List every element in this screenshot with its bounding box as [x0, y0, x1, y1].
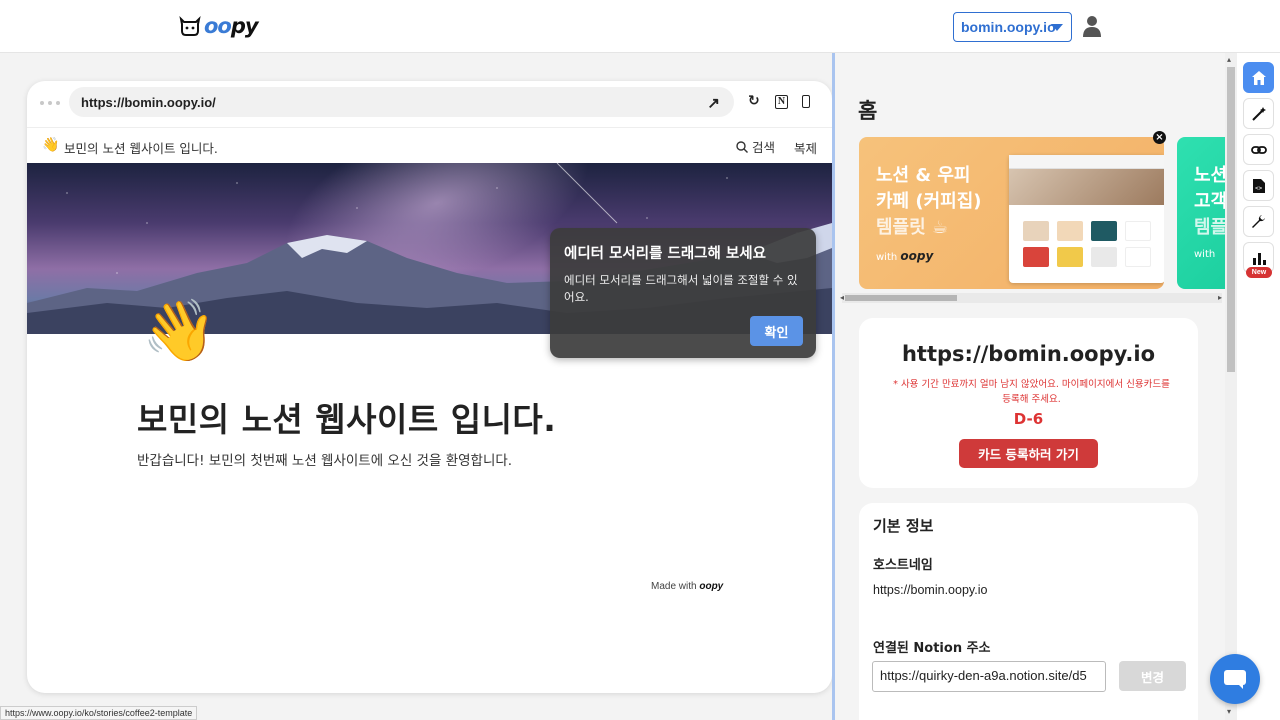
domain-select[interactable]: bomin.oopy.io	[953, 12, 1072, 42]
close-icon[interactable]: ×	[1153, 131, 1166, 144]
page-title: 보민의 노션 웹사이트 입니다.	[137, 400, 557, 439]
scroll-left-icon[interactable]: ◂	[840, 293, 844, 302]
notion-url-label: 연결된 Notion 주소	[873, 641, 991, 656]
tool-rail: <> New	[1237, 53, 1280, 720]
onboarding-tooltip: 에디터 모서리를 드래그해 보세요 에디터 모서리를 드래그해서 넓이를 조절할…	[550, 228, 816, 358]
search-label: 검색	[751, 140, 775, 155]
nav-page-title[interactable]: 보민의 노션 웹사이트 입니다.	[64, 138, 218, 157]
home-icon[interactable]	[1243, 62, 1274, 93]
url-text: https://bomin.oopy.io/	[81, 95, 216, 110]
template-banner[interactable]: 노션 & 우피 카페 (커피집) 템플릿 ☕ with oopy	[859, 137, 1164, 289]
scroll-thumb[interactable]	[845, 295, 957, 301]
expiry-warning: * 사용 기간 만료까지 얼마 남지 않았어요. 마이페이지에서 신용카드를 등…	[893, 379, 1170, 405]
link-icon[interactable]	[1243, 134, 1274, 165]
change-button[interactable]: 변경	[1119, 661, 1186, 691]
site-domain: https://bomin.oopy.io	[901, 342, 1155, 366]
cow-icon	[179, 15, 201, 36]
new-badge: New	[1246, 267, 1272, 278]
status-bar-url: https://www.oopy.io/ko/stories/coffee2-t…	[0, 706, 198, 720]
tooltip-confirm-button[interactable]: 확인	[750, 316, 803, 346]
refresh-icon[interactable]: ↻	[748, 93, 760, 109]
code-file-icon[interactable]: <>	[1243, 170, 1274, 201]
basic-info-card: 기본 정보 호스트네임 https://bomin.oopy.io 연결된 No…	[859, 503, 1198, 720]
notion-url-input[interactable]: https://quirky-den-a9a.notion.site/d5	[872, 661, 1106, 692]
horizontal-scrollbar[interactable]: ◂ ▸	[840, 293, 1222, 303]
notion-icon[interactable]: N	[775, 95, 788, 109]
scroll-thumb[interactable]	[1227, 67, 1235, 372]
banner-line1: 노션	[1194, 165, 1225, 186]
banner-line3: 템플릿 ☕	[876, 217, 949, 238]
hostname-value: https://bomin.oopy.io	[873, 583, 988, 597]
window-dots	[40, 101, 60, 105]
search-icon	[736, 141, 748, 153]
banner-line1: 노션 & 우피	[876, 165, 971, 186]
scroll-right-icon[interactable]: ▸	[1218, 293, 1222, 302]
nav-emoji: 👋	[42, 137, 60, 153]
panel-title: 홈	[858, 99, 878, 123]
logo-text: oopy	[204, 14, 259, 38]
template-preview-image	[1009, 155, 1164, 283]
banner-with: with oopy	[876, 249, 934, 263]
domain-select-value: bomin.oopy.io	[961, 19, 1056, 35]
chat-button[interactable]	[1210, 654, 1260, 704]
wrench-icon[interactable]	[1243, 206, 1274, 237]
magic-wand-icon[interactable]	[1243, 98, 1274, 129]
page-icon-emoji: 👋	[142, 296, 217, 366]
banner-line3: 템플	[1194, 217, 1225, 238]
top-bar: oopy bomin.oopy.io	[0, 0, 1280, 53]
banner-line2: 고객	[1194, 191, 1225, 212]
settings-panel: 홈 노션 & 우피 카페 (커피집) 템플릿 ☕ with oopy 노션 고객…	[835, 53, 1225, 720]
template-banner[interactable]: 노션 고객 템플 with	[1177, 137, 1225, 289]
scroll-up-icon[interactable]: ▴	[1227, 55, 1231, 64]
site-status-card: https://bomin.oopy.io * 사용 기간 만료까지 얼마 남지…	[859, 318, 1198, 488]
chevron-down-icon	[1051, 24, 1063, 31]
made-with-oopy[interactable]: Made with oopy	[651, 581, 723, 592]
page-description: 반갑습니다! 보민의 첫번째 노션 웹사이트에 오신 것을 환영합니다.	[137, 453, 513, 469]
basic-info-title: 기본 정보	[873, 517, 934, 535]
tooltip-body: 에디터 모서리를 드래그해서 넓이를 조절할 수 있어요.	[564, 273, 798, 304]
tooltip-title: 에디터 모서리를 드래그해 보세요	[564, 246, 766, 262]
duplicate-button[interactable]: 복제	[794, 138, 817, 157]
scroll-down-icon[interactable]: ▾	[1227, 707, 1231, 716]
url-bar[interactable]: https://bomin.oopy.io/ ↗	[69, 87, 734, 117]
svg-text:<>: <>	[1255, 185, 1263, 192]
page-nav: 👋 보민의 노션 웹사이트 입니다. 검색 복제	[27, 127, 832, 163]
mobile-view-icon[interactable]	[802, 95, 810, 108]
browser-preview: https://bomin.oopy.io/ ↗ ↻ N 👋 보민의 노션 웹사…	[27, 81, 832, 693]
user-icon[interactable]	[1082, 15, 1102, 37]
vertical-scrollbar[interactable]: ▴ ▾	[1225, 53, 1237, 720]
banner-line2: 카페 (커피집)	[876, 191, 982, 212]
oopy-logo[interactable]: oopy	[178, 14, 259, 38]
browser-toolbar: https://bomin.oopy.io/ ↗ ↻ N	[27, 81, 832, 125]
open-external-icon[interactable]: ↗	[707, 94, 720, 112]
register-card-button[interactable]: 카드 등록하러 가기	[959, 439, 1098, 468]
dday-counter: D-6	[1013, 410, 1044, 428]
hostname-label: 호스트네임	[873, 558, 933, 573]
search-button[interactable]: 검색	[736, 137, 775, 156]
banner-with: with	[1194, 249, 1216, 260]
